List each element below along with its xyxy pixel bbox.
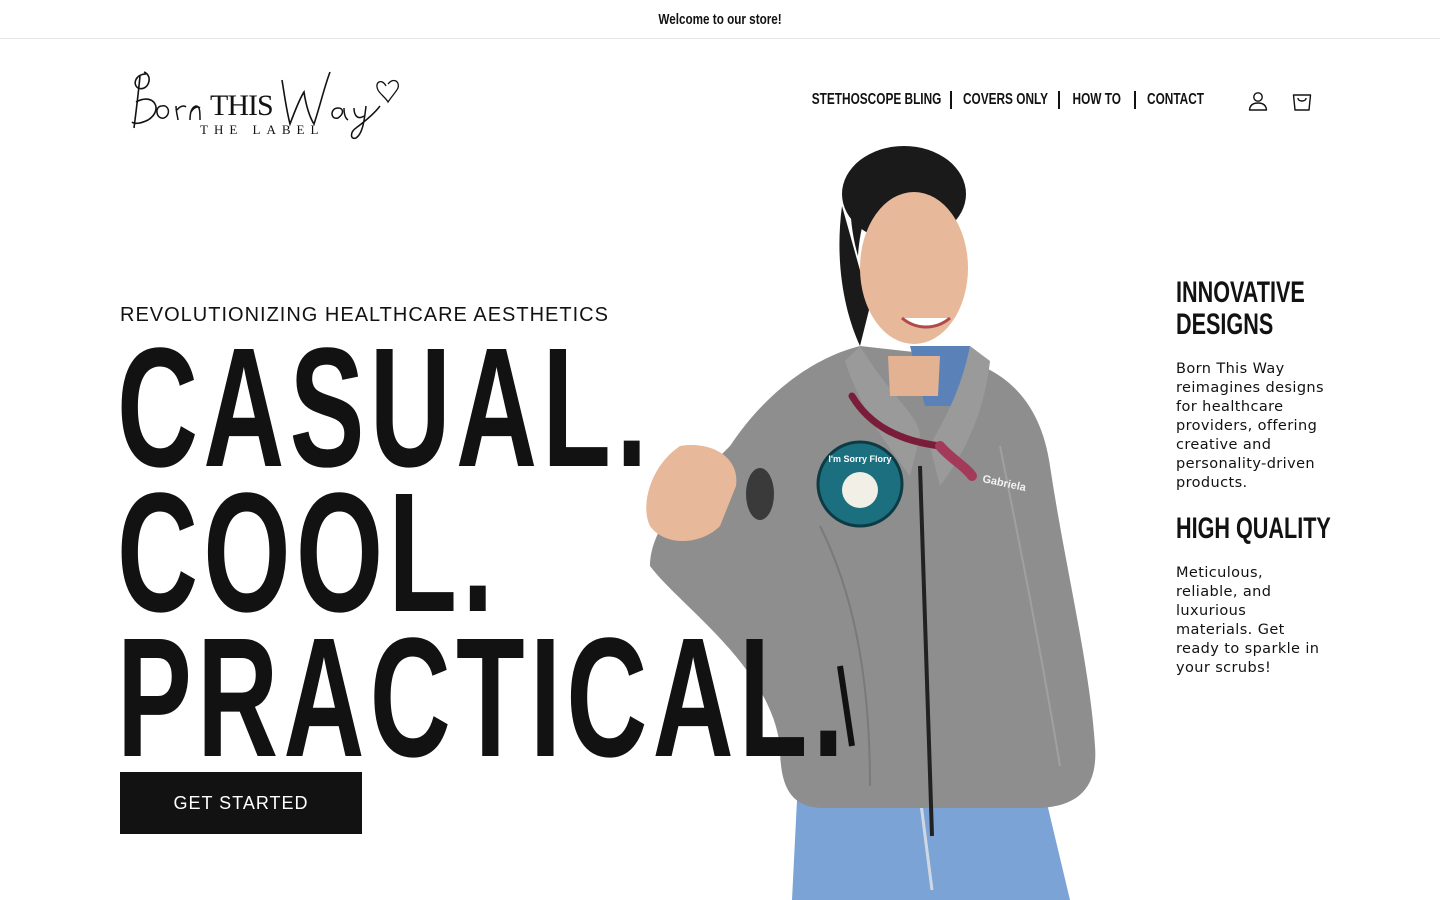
hero-headline-line-3: PRACTICAL. — [117, 603, 850, 793]
main-nav: STETHOSCOPE BLING COVERS ONLY HOW TO CON… — [804, 88, 1216, 112]
feature-title-line: HIGH QUALITY — [1176, 512, 1331, 545]
feature-body-high-quality: Meticulous, reliable, and luxurious mate… — [1176, 565, 1320, 676]
feature-title-innovative-designs: INNOVATIVE DESIGNS — [1176, 277, 1305, 341]
nav-item-label: HOW TO — [1072, 91, 1122, 108]
feature-title-high-quality: HIGH QUALITY — [1176, 513, 1331, 545]
nav-item-label: STETHOSCOPE BLING — [812, 91, 942, 108]
nav-item-stethoscope-bling[interactable]: STETHOSCOPE BLING — [804, 91, 950, 109]
svg-text:THE LABEL: THE LABEL — [200, 122, 324, 137]
feature-body-innovative-designs: Born This Way reimagines designs for hea… — [1176, 361, 1324, 491]
announcement-text: Welcome to our store! — [658, 10, 782, 28]
badge-text: I'm Sorry Flory — [828, 454, 891, 464]
logo-graphic: THIS THE LABEL — [131, 71, 399, 140]
nav-item-label: COVERS ONLY — [962, 91, 1048, 108]
feature-title-line: DESIGNS — [1176, 308, 1274, 341]
cart-icon — [1292, 94, 1312, 111]
announcement-bar: Welcome to our store! — [0, 0, 1440, 39]
svg-text:THIS: THIS — [210, 89, 273, 122]
get-started-button[interactable]: GET STARTED — [120, 772, 362, 834]
nav-item-how-to[interactable]: HOW TO — [1060, 91, 1134, 109]
nav-item-covers-only[interactable]: COVERS ONLY — [952, 91, 1058, 109]
cart-button[interactable] — [1290, 89, 1314, 113]
nav-item-contact[interactable]: CONTACT — [1136, 91, 1216, 109]
nav-item-label: CONTACT — [1147, 91, 1205, 108]
feature-title-line: INNOVATIVE — [1176, 276, 1305, 309]
brand-logo[interactable]: THIS THE LABEL — [124, 62, 400, 140]
account-button[interactable] — [1246, 89, 1270, 113]
user-icon — [1248, 92, 1268, 111]
